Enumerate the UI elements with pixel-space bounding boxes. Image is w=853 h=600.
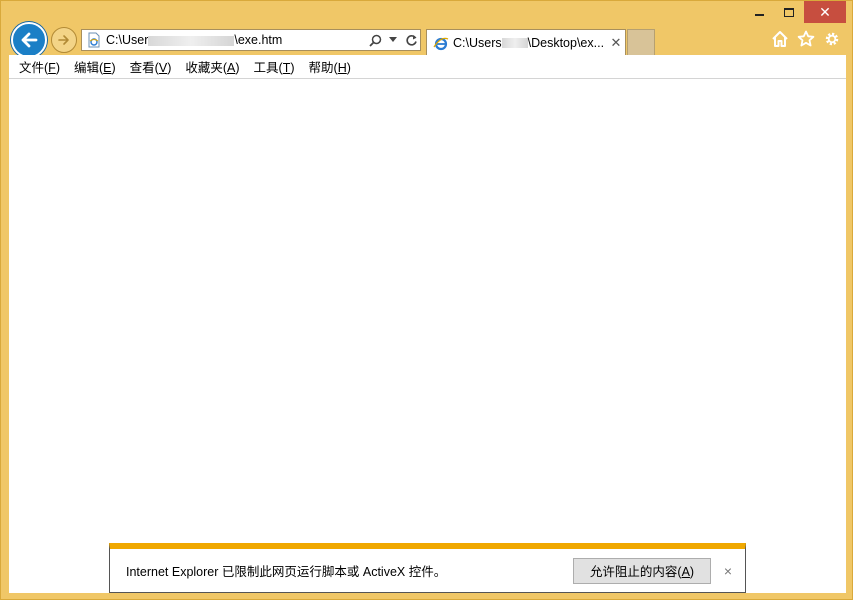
search-button[interactable] [366,30,384,50]
menu-view[interactable]: 查看(V) [124,57,178,76]
notification-bar: Internet Explorer 已限制此网页运行脚本或 ActiveX 控件… [109,543,746,593]
page-content[interactable] [9,79,846,593]
tab-title-suffix: \Desktop\ex... [527,35,605,50]
gear-icon [825,32,839,46]
tab-active[interactable]: C:\Users \Desktop\ex... ✕ [426,29,626,55]
redacted-username [501,38,528,49]
url-suffix: \exe.htm [234,33,283,47]
page-icon [88,32,100,48]
minimize-icon [754,14,764,16]
forward-button[interactable] [51,27,77,53]
maximize-button[interactable] [774,1,804,23]
menu-edit[interactable]: 编辑(E) [68,57,122,76]
address-bar[interactable]: C:\User \exe.htm [81,29,421,51]
address-input[interactable]: C:\User \exe.htm [106,33,366,47]
address-dropdown-button[interactable] [384,30,402,50]
menu-favorites[interactable]: 收藏夹(A) [179,57,245,76]
redacted-path [148,35,235,46]
tab-title: C:\Users \Desktop\ex... [453,36,607,50]
ie-logo-icon [433,37,449,50]
refresh-button[interactable] [402,30,420,50]
minimize-button[interactable] [744,1,774,23]
menu-bar: 文件(F) 编辑(E) 查看(V) 收藏夹(A) 工具(T) 帮助(H) [9,55,846,79]
toolbar-icons [770,29,842,49]
tab-close-icon[interactable]: ✕ [607,35,625,51]
favorites-button[interactable] [796,29,816,49]
close-icon: ✕ [819,3,831,20]
browser-window: ✕ C:\User \exe.htm C:\Users \Desktop\ex.… [0,0,853,600]
star-icon [797,30,815,47]
allow-blocked-content-button[interactable]: 允许阻止的内容(A) [573,557,711,584]
tab-title-prefix: C:\Users [453,35,502,50]
menu-file[interactable]: 文件(F) [13,57,66,76]
home-icon [772,31,788,47]
back-arrow-icon [21,32,38,48]
home-button[interactable] [770,29,790,49]
window-caption-buttons: ✕ [744,1,846,23]
url-prefix: C:\User [106,33,149,47]
forward-arrow-icon [58,35,69,45]
close-notification-icon[interactable]: × [711,563,745,579]
refresh-icon [405,34,417,46]
search-icon [368,34,381,47]
back-button[interactable] [11,22,47,58]
menu-help[interactable]: 帮助(H) [303,57,357,76]
maximize-icon [784,7,794,17]
close-window-button[interactable]: ✕ [804,1,846,23]
notification-message: Internet Explorer 已限制此网页运行脚本或 ActiveX 控件… [126,565,447,579]
new-tab-button[interactable] [627,29,655,55]
tools-button[interactable] [822,29,842,49]
chevron-down-icon [389,37,397,42]
menu-tools[interactable]: 工具(T) [248,57,301,76]
